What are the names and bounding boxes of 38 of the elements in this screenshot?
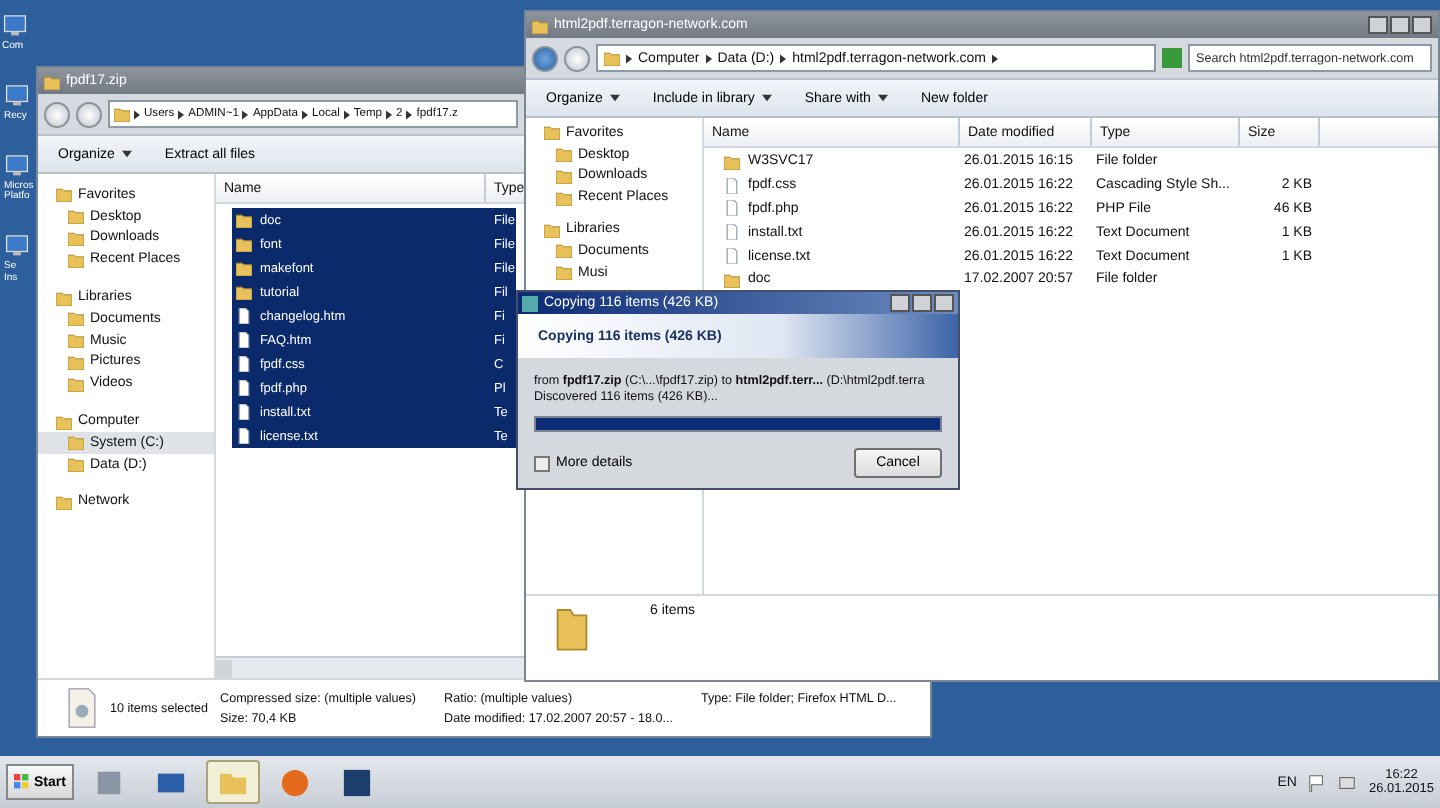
close-button[interactable] xyxy=(934,294,954,312)
chevron-icon xyxy=(302,109,308,119)
chevron-icon xyxy=(242,109,249,119)
back-button[interactable] xyxy=(532,45,558,71)
desktop-icon[interactable] xyxy=(4,81,30,108)
caret-icon xyxy=(122,150,133,158)
chevron-icon xyxy=(406,109,413,119)
flag-icon[interactable] xyxy=(1308,773,1327,791)
desktop-icon[interactable] xyxy=(4,151,30,177)
maximize-button[interactable] xyxy=(912,294,932,312)
chevron-icon xyxy=(992,53,999,63)
chevron-icon xyxy=(626,53,632,63)
zip-icon xyxy=(66,688,98,728)
maximize-button[interactable] xyxy=(1390,16,1410,34)
chevron-icon xyxy=(178,109,185,119)
folder-icon xyxy=(532,17,548,33)
desktop-icon[interactable] xyxy=(4,232,30,258)
horizontal-scrollbar[interactable] xyxy=(216,656,524,678)
chevron-icon xyxy=(386,109,393,119)
chevron-icon xyxy=(705,53,712,63)
back-button[interactable] xyxy=(44,101,70,127)
folder-icon xyxy=(554,604,590,652)
chevron-icon xyxy=(343,109,350,119)
chevron-icon xyxy=(134,109,140,119)
desktop-icon[interactable] xyxy=(2,12,28,38)
chevron-icon xyxy=(780,53,787,63)
forward-button[interactable] xyxy=(564,45,590,71)
forward-button[interactable] xyxy=(76,101,102,127)
folder-icon xyxy=(44,73,60,89)
minimize-button[interactable] xyxy=(890,294,910,312)
folder-icon xyxy=(56,493,72,510)
close-button[interactable] xyxy=(1412,16,1432,34)
start-icon xyxy=(14,774,30,790)
folder-icon xyxy=(114,106,130,122)
minimize-button[interactable] xyxy=(1368,16,1388,34)
folder-icon xyxy=(724,271,740,288)
folder-icon xyxy=(724,153,740,170)
network-icon[interactable] xyxy=(1338,773,1357,791)
